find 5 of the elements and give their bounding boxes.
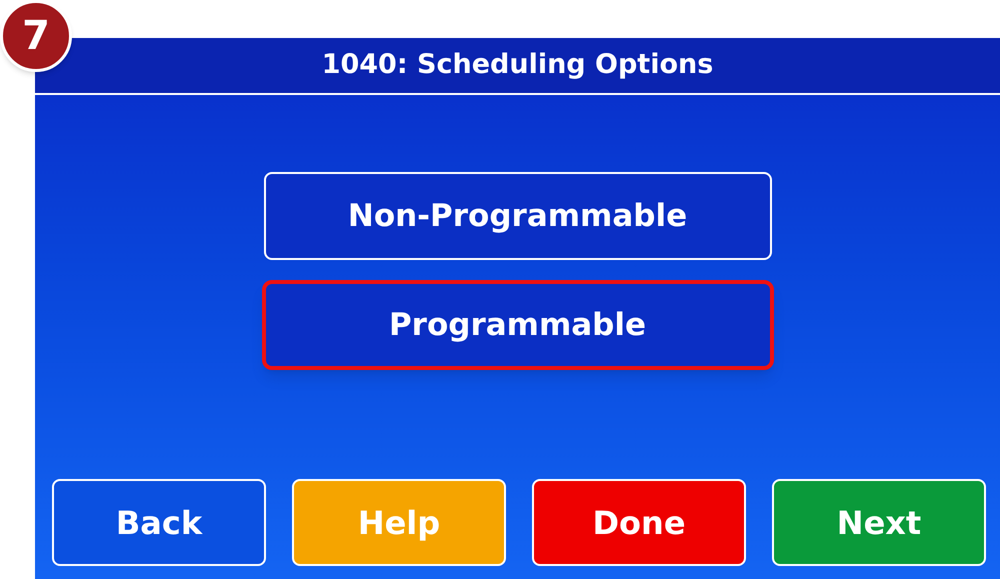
nav-button[interactable]: Done	[532, 479, 746, 566]
nav-button[interactable]: Back	[52, 479, 266, 566]
option-button[interactable]: Non-Programmable	[264, 172, 772, 260]
nav-button[interactable]: Next	[772, 479, 986, 566]
option-button[interactable]: Programmable	[262, 280, 774, 370]
